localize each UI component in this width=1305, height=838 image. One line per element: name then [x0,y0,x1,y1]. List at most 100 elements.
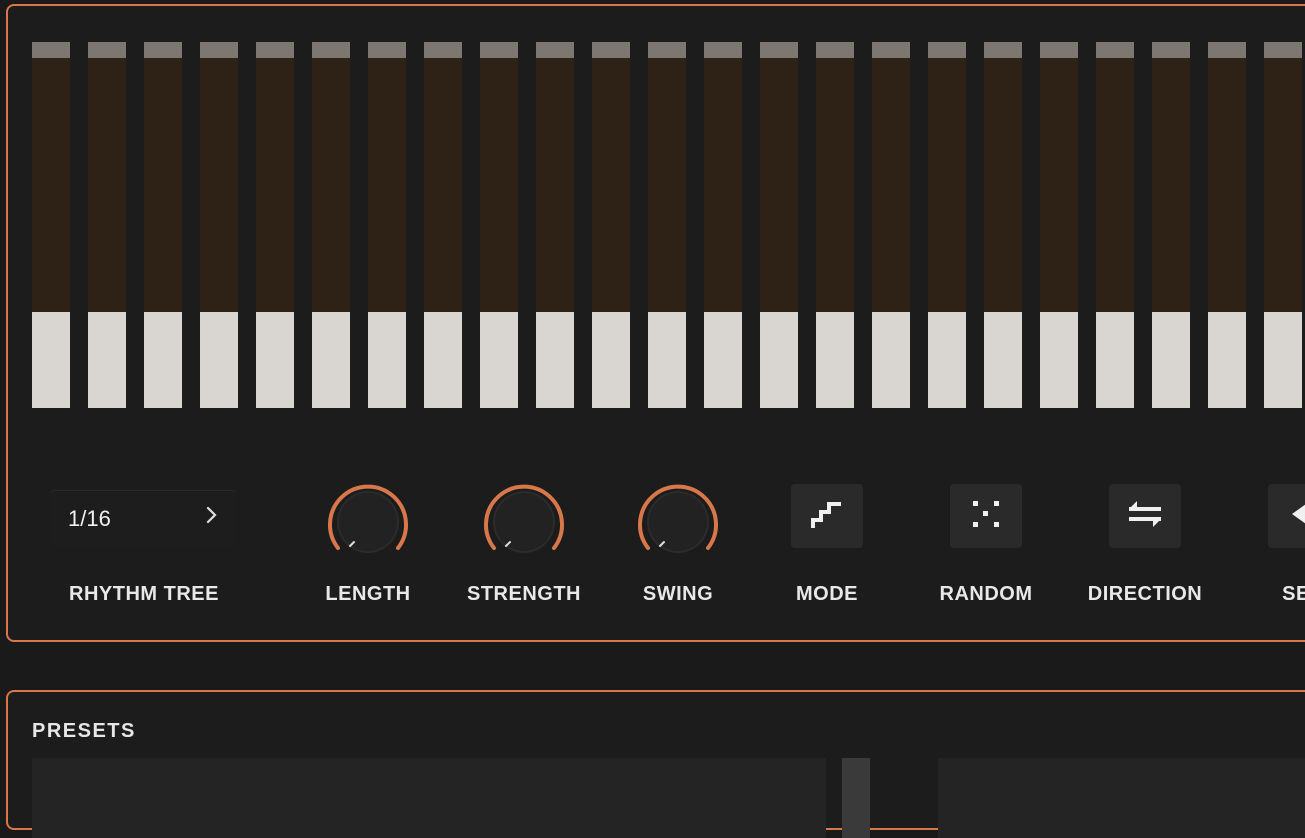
step-track[interactable] [144,58,182,312]
step-column[interactable] [760,42,798,412]
step-track[interactable] [32,58,70,312]
step-column[interactable] [928,42,966,412]
step-column[interactable] [984,42,1022,412]
step-track[interactable] [984,58,1022,312]
step-key[interactable] [32,312,70,408]
length-knob[interactable] [325,480,411,560]
step-cap [424,42,462,58]
step-column[interactable] [256,42,294,412]
step-track[interactable] [872,58,910,312]
step-cap [984,42,1022,58]
step-cap [480,42,518,58]
seq-button[interactable] [1268,484,1305,548]
step-track[interactable] [88,58,126,312]
mode-button[interactable] [791,484,863,548]
rhythm-tree-label: RHYTHM TREE [69,583,219,605]
step-track[interactable] [200,58,238,312]
step-column[interactable] [1208,42,1246,412]
step-column[interactable] [704,42,742,412]
step-track[interactable] [480,58,518,312]
step-track[interactable] [312,58,350,312]
step-column[interactable] [88,42,126,412]
step-track[interactable] [760,58,798,312]
step-key[interactable] [592,312,630,408]
step-key[interactable] [648,312,686,408]
step-key[interactable] [1040,312,1078,408]
rhythm-tree-selector[interactable]: 1/16 [50,490,236,546]
step-track[interactable] [536,58,574,312]
step-column[interactable] [816,42,854,412]
step-column[interactable] [312,42,350,412]
step-key[interactable] [368,312,406,408]
step-track[interactable] [928,58,966,312]
step-column[interactable] [1152,42,1190,412]
step-column[interactable] [536,42,574,412]
step-column[interactable] [424,42,462,412]
step-column[interactable] [32,42,70,412]
step-track[interactable] [1152,58,1190,312]
step-cap [928,42,966,58]
step-key[interactable] [144,312,182,408]
step-column[interactable] [368,42,406,412]
rhythm-tree-value: 1/16 [68,506,111,531]
step-column[interactable] [592,42,630,412]
step-key[interactable] [984,312,1022,408]
direction-button[interactable] [1109,484,1181,548]
step-key[interactable] [872,312,910,408]
mode-label: MODE [796,583,858,605]
step-cap [872,42,910,58]
step-key[interactable] [1264,312,1302,408]
step-cap [312,42,350,58]
step-track[interactable] [1040,58,1078,312]
step-track[interactable] [424,58,462,312]
step-column[interactable] [144,42,182,412]
preset-list[interactable] [32,758,826,838]
swap-arrows-icon [1123,494,1167,539]
preset-list-secondary[interactable] [938,758,1305,838]
step-cap [816,42,854,58]
step-track[interactable] [256,58,294,312]
step-key[interactable] [312,312,350,408]
step-key[interactable] [536,312,574,408]
step-key[interactable] [200,312,238,408]
step-key[interactable] [928,312,966,408]
step-cap [1096,42,1134,58]
preset-scrollbar[interactable] [842,758,870,838]
step-track[interactable] [1096,58,1134,312]
step-track[interactable] [816,58,854,312]
step-key[interactable] [480,312,518,408]
step-key[interactable] [256,312,294,408]
step-key[interactable] [1152,312,1190,408]
random-label: RANDOM [939,583,1033,605]
step-cap [88,42,126,58]
step-cap [536,42,574,58]
random-button[interactable] [950,484,1022,548]
step-column[interactable] [200,42,238,412]
step-key[interactable] [424,312,462,408]
step-grid [8,6,1305,426]
step-column[interactable] [480,42,518,412]
stairs-icon [807,494,847,539]
step-cap [1208,42,1246,58]
step-track[interactable] [368,58,406,312]
step-track[interactable] [1264,58,1302,312]
step-track[interactable] [704,58,742,312]
step-track[interactable] [592,58,630,312]
step-column[interactable] [1264,42,1302,412]
step-column[interactable] [872,42,910,412]
step-key[interactable] [1208,312,1246,408]
step-column[interactable] [1096,42,1134,412]
step-key[interactable] [704,312,742,408]
step-key[interactable] [1096,312,1134,408]
step-key[interactable] [760,312,798,408]
step-column[interactable] [1040,42,1078,412]
step-column[interactable] [648,42,686,412]
strength-knob[interactable] [481,480,567,560]
step-key[interactable] [816,312,854,408]
swing-knob[interactable] [635,480,721,560]
arrow-left-icon [1284,494,1305,539]
step-track[interactable] [648,58,686,312]
step-key[interactable] [88,312,126,408]
step-cap [200,42,238,58]
step-track[interactable] [1208,58,1246,312]
